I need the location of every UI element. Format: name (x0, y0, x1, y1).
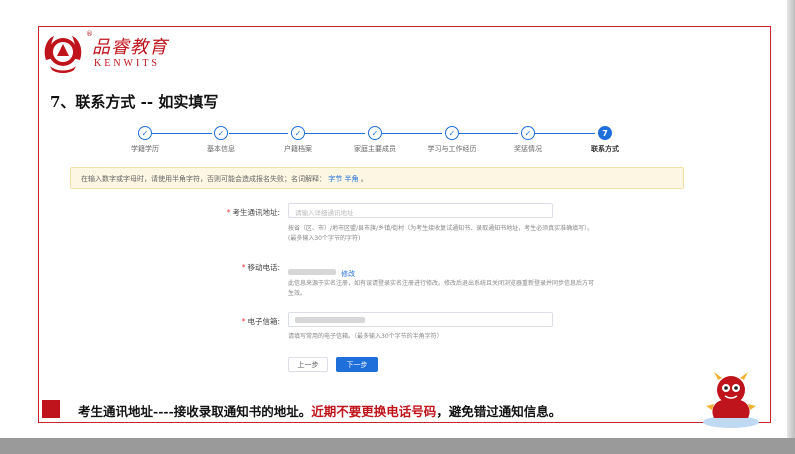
required-mark: * (241, 317, 246, 326)
email-redacted (295, 317, 365, 323)
address-hint-limit: (最多输入30个字节的字符) (288, 235, 361, 242)
step-check-icon: ✓ (291, 126, 305, 140)
email-hint: 请填写常用的电子信箱。（最多输入30个字节的半角字符） (288, 333, 443, 340)
email-input[interactable] (288, 312, 553, 327)
mascot-icon (703, 372, 759, 428)
phone-value: 修改 (288, 261, 355, 280)
phone-label: * 移动电话: (180, 262, 280, 273)
slide-shadow (787, 0, 795, 438)
progress-stepper: ✓ 学籍学历 ✓ 基本信息 ✓ 户籍档案 ✓ 家庭主要成员 ✓ 学习与工作经历 … (100, 126, 660, 160)
step-check-icon: ✓ (138, 126, 152, 140)
page-title: 7、联系方式 -- 如实填写 (50, 93, 219, 111)
phone-number-redacted (288, 268, 336, 275)
notice-link[interactable]: 字节 半角 (328, 175, 358, 183)
caption-highlight: 近期不要更换电话号码 (311, 404, 437, 419)
step-check-icon: ✓ (445, 126, 459, 140)
step-3[interactable]: ✓ 户籍档案 (263, 126, 333, 154)
address-hint: 按省（区、市）/地市区盟/县市旗/乡镇/街村（为考生接收复试通知书、录取通知书地… (288, 224, 643, 244)
address-label: * 考生通讯地址: (180, 207, 280, 218)
bottom-band (0, 438, 795, 454)
address-placeholder: 请输入详细通讯地址 (295, 209, 354, 217)
email-label-text: 电子信箱: (247, 317, 280, 326)
step-number-icon: 7 (598, 126, 612, 140)
next-step-button[interactable]: 下一步 (336, 357, 378, 372)
caption-part3: ，避免错过通知信息。 (436, 404, 562, 419)
logo-english-text: KENWITS (94, 58, 160, 69)
step-label: 奖惩情况 (514, 145, 542, 153)
prev-step-button[interactable]: 上一步 (288, 357, 328, 372)
step-label: 学习与工作经历 (427, 145, 477, 153)
step-label: 联系方式 (591, 145, 619, 153)
step-check-icon: ✓ (214, 126, 228, 140)
step-2[interactable]: ✓ 基本信息 (186, 126, 256, 154)
step-7[interactable]: 7 联系方式 (570, 126, 640, 154)
slide-caption: 考生通讯地址----接收录取通知书的地址。近期不要更换电话号码，避免错过通知信息… (78, 401, 561, 420)
step-label: 学籍学历 (131, 145, 159, 153)
logo-emblem-icon (44, 36, 82, 73)
phone-edit-link[interactable]: 修改 (341, 270, 355, 278)
step-label: 基本信息 (207, 145, 235, 153)
logo-chinese-text: 品睿教育 (92, 37, 168, 58)
address-input[interactable]: 请输入详细通讯地址 (288, 203, 553, 218)
step-check-icon: ✓ (521, 126, 535, 140)
address-hint-line: 按省（区、市）/地市区盟/县市旗/乡镇/街村（为考生接收复试通知书、录取通知书地… (288, 225, 594, 232)
step-label: 家庭主要成员 (354, 145, 396, 153)
phone-hint-line: 此信息来源于实名注册，如有误请登录实名注册进行修改。修改后退出系统且关闭浏览器重… (288, 280, 595, 287)
email-label: * 电子信箱: (180, 316, 280, 327)
step-1[interactable]: ✓ 学籍学历 (110, 126, 180, 154)
notice-suffix: 。 (360, 175, 368, 183)
step-check-icon: ✓ (368, 126, 382, 140)
slide: ® 品睿教育 KENWITS 7、联系方式 -- 如实填写 ✓ 学籍学历 ✓ 基… (0, 0, 795, 454)
notice-banner: 在输入数字或字母时，请使用半角字符，否则可能会造成报名失败；名词解释： 字节 半… (70, 167, 684, 189)
caption-part1: 考生通讯地址----接收录取通知书的地址。 (78, 404, 312, 419)
phone-hint: 此信息来源于实名注册，如有误请登录实名注册进行修改。修改后退出系统且关闭浏览器重… (288, 279, 633, 299)
step-5[interactable]: ✓ 学习与工作经历 (417, 126, 487, 154)
required-mark: * (226, 208, 231, 217)
step-6[interactable]: ✓ 奖惩情况 (493, 126, 563, 154)
caption-bullet-square (42, 400, 60, 418)
phone-label-text: 移动电话: (247, 263, 280, 272)
step-label: 户籍档案 (284, 145, 312, 153)
required-mark: * (241, 263, 246, 272)
phone-hint-line2: 生效。 (288, 290, 307, 297)
step-4[interactable]: ✓ 家庭主要成员 (340, 126, 410, 154)
brand-logo: ® 品睿教育 KENWITS (40, 30, 190, 76)
notice-text: 在输入数字或字母时，请使用半角字符，否则可能会造成报名失败；名词解释： (81, 175, 326, 183)
address-label-text: 考生通讯地址: (232, 208, 280, 217)
